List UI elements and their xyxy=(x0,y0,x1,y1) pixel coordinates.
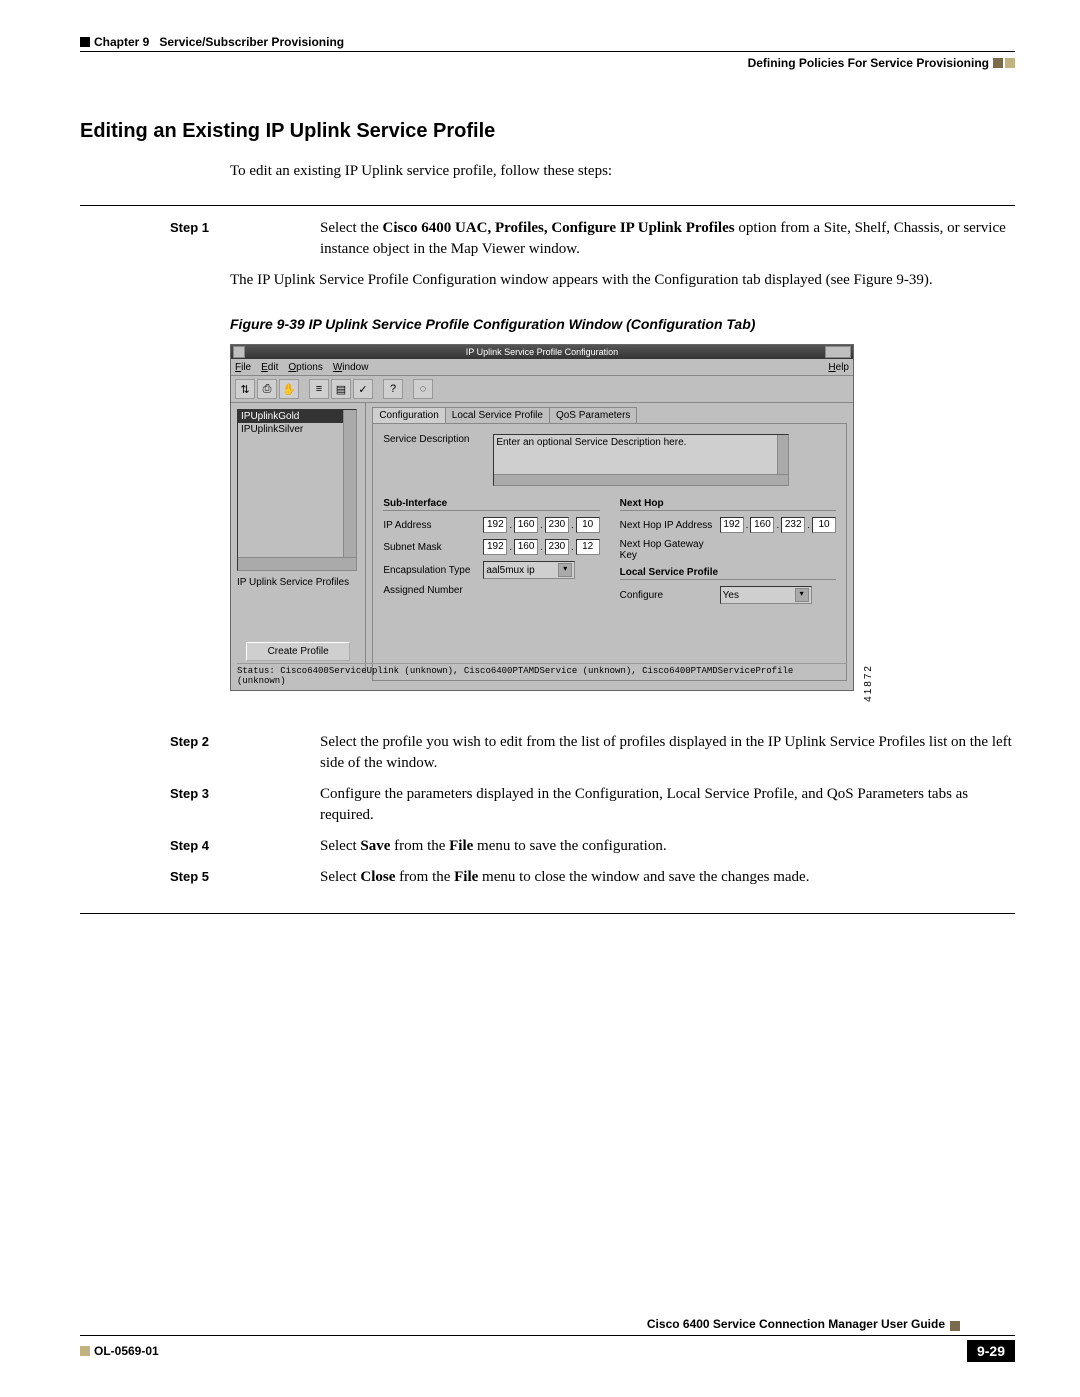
toolbar-refresh-icon[interactable]: ◌ xyxy=(413,379,433,399)
figure-9-39: IP Uplink Service Profile Configuration … xyxy=(230,344,862,702)
window-controls-icon[interactable] xyxy=(825,346,851,358)
toolbar-check-icon[interactable]: ✓ xyxy=(353,379,373,399)
next-hop-group: Next Hop Next Hop IP Address 192. 160. 2… xyxy=(620,498,836,610)
step-text: Select Close from the File menu to close… xyxy=(320,867,1015,888)
next-hop-gateway-key-label: Next Hop Gateway Key xyxy=(620,539,720,561)
step-text: Configure the parameters displayed in th… xyxy=(320,784,1015,826)
subhead-text: Defining Policies For Service Provisioni… xyxy=(748,56,989,70)
step-1-result: The IP Uplink Service Profile Configurat… xyxy=(230,270,1015,291)
step-5: Step 5 Select Close from the File menu t… xyxy=(80,867,1015,888)
service-description-input[interactable]: Enter an optional Service Description he… xyxy=(493,434,789,486)
chapter-title: Service/Subscriber Provisioning xyxy=(159,35,344,49)
step-label: Step 3 xyxy=(80,784,320,826)
menu-file[interactable]: File xyxy=(235,362,251,373)
encapsulation-type-select[interactable]: aal5mux ip ▾ xyxy=(483,561,575,579)
menu-edit[interactable]: Edit xyxy=(261,362,278,373)
scrollbar-vertical[interactable] xyxy=(343,410,356,558)
list-item[interactable]: IPUplinkGold xyxy=(238,410,356,423)
chapter-number: Chapter 9 xyxy=(94,35,149,49)
profiles-list-label: IP Uplink Service Profiles xyxy=(237,577,359,588)
profiles-listbox[interactable]: IPUplinkGold IPUplinkSilver xyxy=(237,409,357,571)
scrollbar-horizontal[interactable] xyxy=(238,557,356,570)
header-marker-icon xyxy=(80,37,90,47)
running-subheader: Defining Policies For Service Provisioni… xyxy=(748,56,1015,70)
group-title: Sub-Interface xyxy=(383,498,599,511)
step-3: Step 3 Configure the parameters displaye… xyxy=(80,784,1015,826)
assigned-number-label: Assigned Number xyxy=(383,585,483,596)
figure-caption: Figure 9-39 IP Uplink Service Profile Co… xyxy=(230,316,1015,332)
section-heading: Editing an Existing IP Uplink Service Pr… xyxy=(80,120,1015,143)
menu-help[interactable]: Help xyxy=(828,362,849,373)
tab-body: Service Description Enter an optional Se… xyxy=(372,423,847,681)
toolbar-print-icon[interactable]: ⎙ xyxy=(257,379,277,399)
right-panel: Configuration Local Service Profile QoS … xyxy=(366,403,853,673)
step-1: Step 1 Select the Cisco 6400 UAC, Profil… xyxy=(80,218,1015,260)
tab-local-service-profile[interactable]: Local Service Profile xyxy=(445,407,550,423)
tab-qos-parameters[interactable]: QoS Parameters xyxy=(549,407,637,423)
group-title: Next Hop xyxy=(620,498,836,511)
chevron-down-icon: ▾ xyxy=(558,563,572,577)
list-item[interactable]: IPUplinkSilver xyxy=(238,423,356,436)
page-number: 9-29 xyxy=(967,1340,1015,1362)
window-menu-icon[interactable] xyxy=(233,346,245,358)
ip-address-label: IP Address xyxy=(383,520,483,531)
tab-configuration[interactable]: Configuration xyxy=(372,407,445,423)
toolbar: ⇅ ⎙ ✋ ≡ ▤ ✓ ? ◌ xyxy=(231,376,853,403)
toolbar-button[interactable]: ▤ xyxy=(331,379,351,399)
header-rule xyxy=(80,51,1015,52)
tabs: Configuration Local Service Profile QoS … xyxy=(372,407,847,423)
window-titlebar: IP Uplink Service Profile Configuration xyxy=(231,345,853,359)
service-description-label: Service Description xyxy=(383,434,493,445)
figure-id: 41872 xyxy=(863,664,874,702)
toolbar-button[interactable]: ≡ xyxy=(309,379,329,399)
toolbar-button[interactable]: ✋ xyxy=(279,379,299,399)
header-accent-icon xyxy=(1005,58,1015,68)
menu-options[interactable]: Options xyxy=(288,362,322,373)
scrollbar-horizontal[interactable] xyxy=(494,474,788,485)
footer-doc-id: OL-0569-01 xyxy=(80,1344,159,1358)
toolbar-help-icon[interactable]: ? xyxy=(383,379,403,399)
running-header: Chapter 9 Service/Subscriber Provisionin… xyxy=(80,35,1015,49)
intro-paragraph: To edit an existing IP Uplink service pr… xyxy=(230,163,1015,180)
menubar: File Edit Options Window Help xyxy=(231,359,853,376)
encapsulation-type-label: Encapsulation Type xyxy=(383,565,483,576)
step-label: Step 2 xyxy=(80,732,320,774)
step-label: Step 4 xyxy=(80,836,320,857)
menu-window[interactable]: Window xyxy=(333,362,369,373)
step-text: Select the profile you wish to edit from… xyxy=(320,732,1015,774)
step-2: Step 2 Select the profile you wish to ed… xyxy=(80,732,1015,774)
step-label: Step 5 xyxy=(80,867,320,888)
footer-rule xyxy=(80,1335,1015,1336)
app-window-screenshot: IP Uplink Service Profile Configuration … xyxy=(230,344,854,691)
scrollbar-vertical[interactable] xyxy=(777,435,788,475)
toolbar-button[interactable]: ⇅ xyxy=(235,379,255,399)
configure-label: Configure xyxy=(620,590,720,601)
sub-interface-group: Sub-Interface IP Address 192. 160. 230. xyxy=(383,498,599,610)
chevron-down-icon: ▾ xyxy=(795,588,809,602)
step-text: Select the Cisco 6400 UAC, Profiles, Con… xyxy=(320,218,1015,260)
left-panel: IPUplinkGold IPUplinkSilver IP Uplink Se… xyxy=(231,403,366,673)
header-accent-icon xyxy=(993,58,1003,68)
step-label: Step 1 xyxy=(80,218,320,260)
footer-accent-icon xyxy=(950,1321,960,1331)
document-page: Chapter 9 Service/Subscriber Provisionin… xyxy=(0,0,1080,1397)
subnet-mask-label: Subnet Mask xyxy=(383,542,483,553)
ip-address-input[interactable]: 192. 160. 230. 10 xyxy=(483,517,599,533)
window-title: IP Uplink Service Profile Configuration xyxy=(466,347,618,357)
page-footer: Cisco 6400 Service Connection Manager Us… xyxy=(80,1335,1015,1362)
next-hop-ip-label: Next Hop IP Address xyxy=(620,520,720,531)
step-text: Select Save from the File menu to save t… xyxy=(320,836,1015,857)
footer-guide-title: Cisco 6400 Service Connection Manager Us… xyxy=(647,1317,945,1331)
create-profile-button[interactable]: Create Profile xyxy=(246,642,350,661)
footer-marker-icon xyxy=(80,1346,90,1356)
next-hop-ip-input[interactable]: 192. 160. 232. 10 xyxy=(720,517,836,533)
configure-select[interactable]: Yes ▾ xyxy=(720,586,812,604)
subnet-mask-input[interactable]: 192. 160. 230. 12 xyxy=(483,539,599,555)
status-bar: Status: Cisco6400ServiceUplink (unknown)… xyxy=(237,663,847,686)
group-title: Local Service Profile xyxy=(620,567,836,580)
step-4: Step 4 Select Save from the File menu to… xyxy=(80,836,1015,857)
